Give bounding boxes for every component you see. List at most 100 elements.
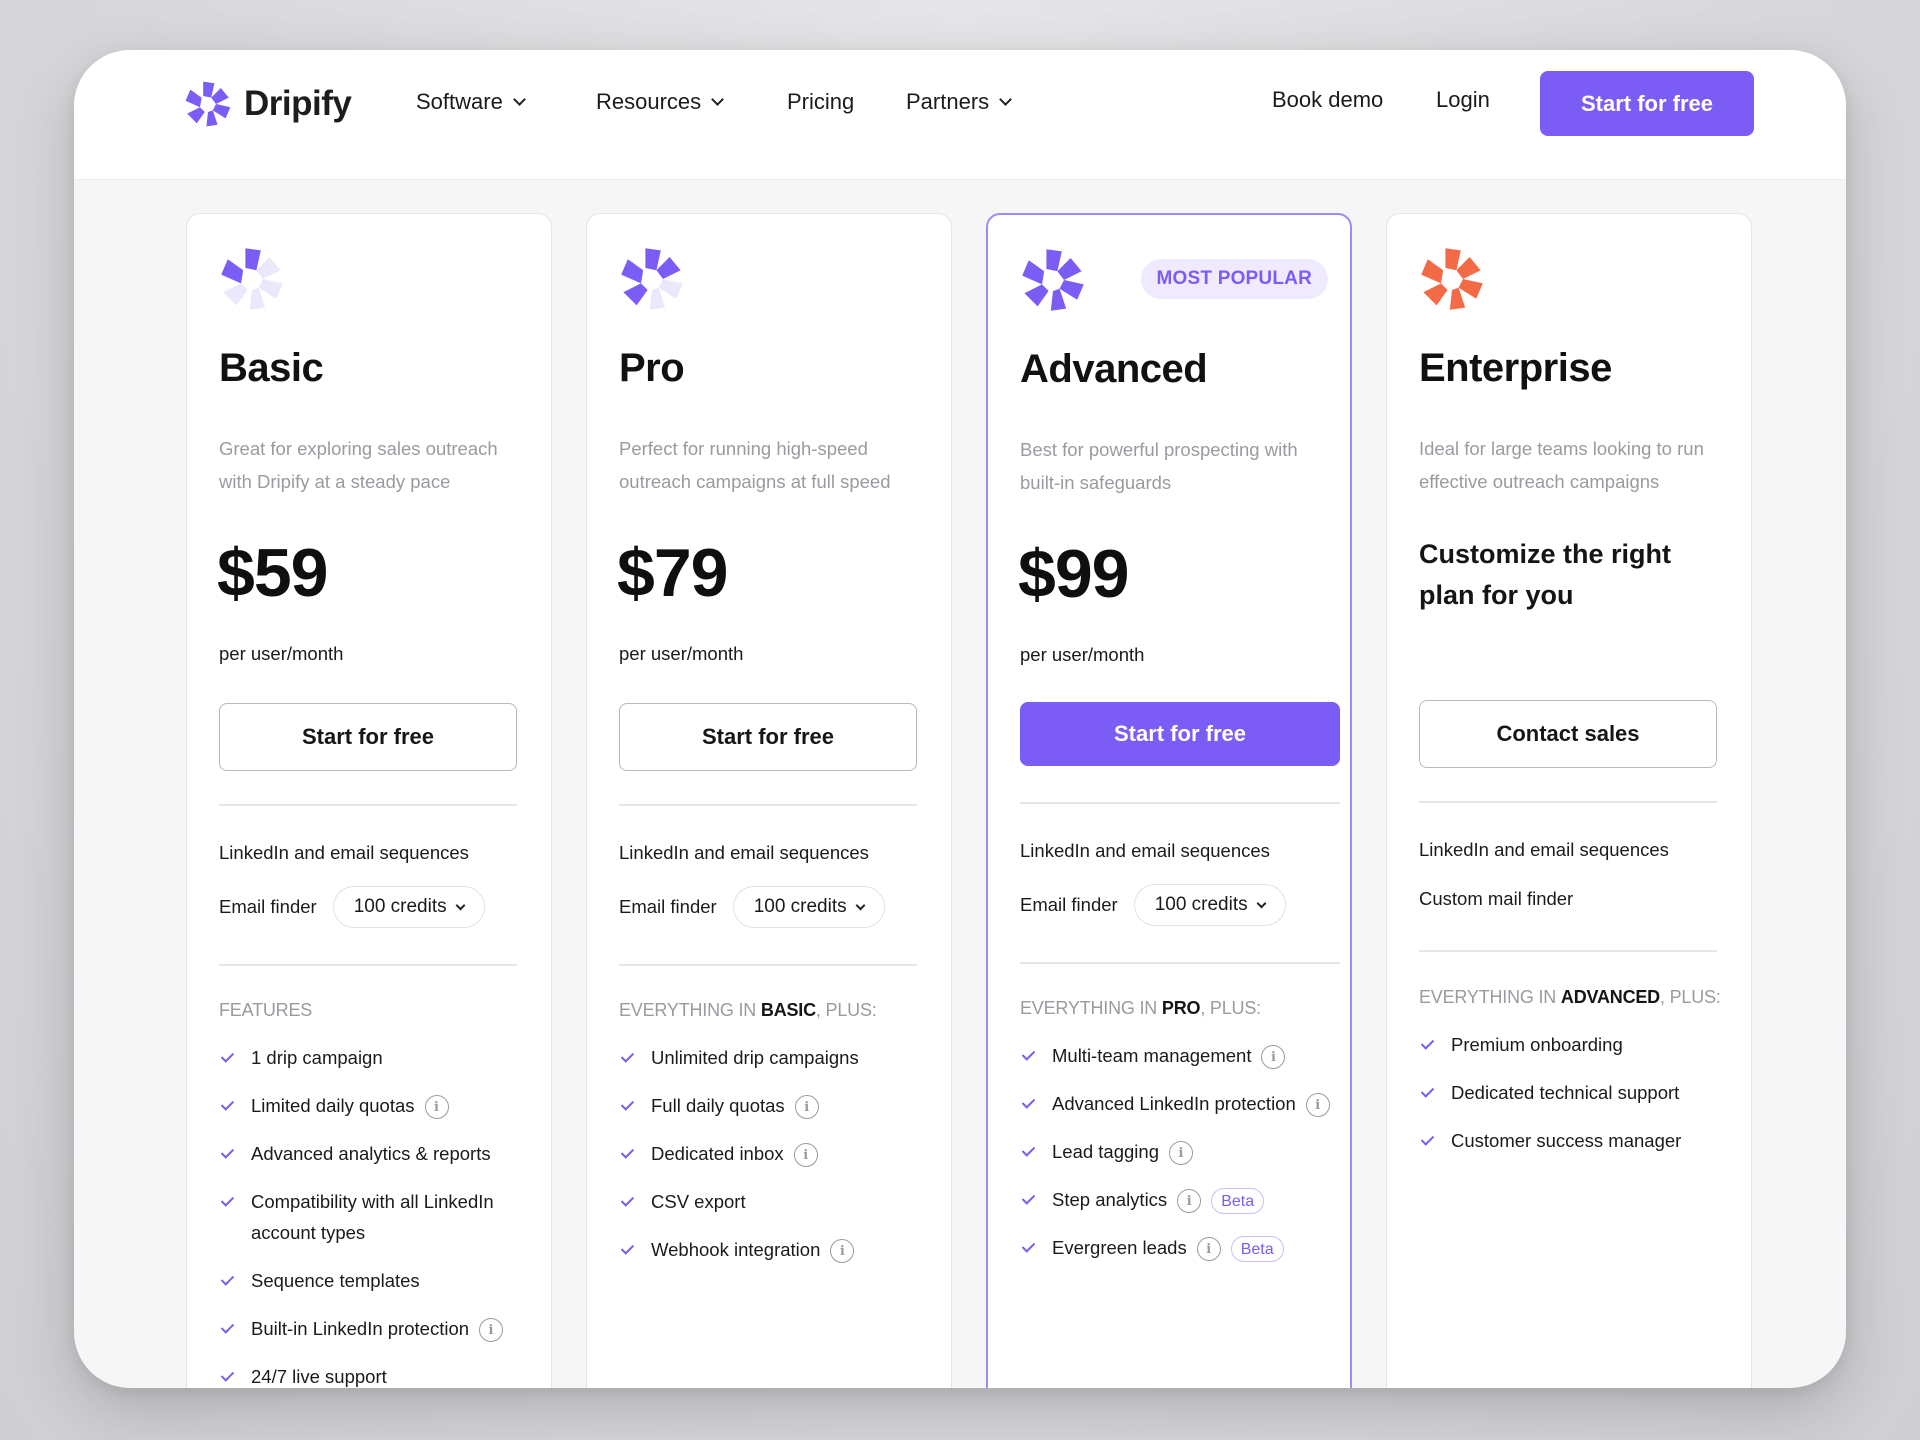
info-icon[interactable]: i: [1177, 1189, 1202, 1214]
plan-price: $79: [617, 535, 728, 611]
list-item: Dedicated technical support: [1419, 1077, 1739, 1108]
list-item: Premium onboarding: [1419, 1029, 1739, 1060]
beta-badge: Beta: [1211, 1188, 1265, 1215]
divider: [1020, 802, 1340, 804]
divider: [1020, 962, 1340, 964]
nav-resources[interactable]: Resources: [596, 89, 725, 115]
check-icon: [219, 1319, 237, 1337]
info-icon[interactable]: i: [1305, 1093, 1330, 1118]
dripify-logo[interactable]: Dripify: [184, 80, 352, 128]
features-heading: EVERYTHING IN PRO, PLUS:: [1020, 998, 1261, 1019]
nav-start-free-button[interactable]: Start for free: [1540, 71, 1754, 136]
check-icon: [1419, 1083, 1437, 1101]
most-popular-badge: MOST POPULAR: [1140, 259, 1328, 299]
check-icon: [1020, 1142, 1038, 1160]
logo-text: Dripify: [244, 84, 352, 123]
feature-text: Dedicated inbox: [651, 1143, 784, 1164]
info-icon[interactable]: i: [830, 1239, 855, 1264]
chevron-down-icon: [455, 900, 466, 910]
feature-text: Step analytics: [1052, 1189, 1168, 1210]
divider: [219, 804, 517, 806]
section-prefix: EVERYTHING IN: [1020, 998, 1162, 1018]
custom-plan-text: Customize the right plan for you: [1419, 539, 1672, 610]
list-item: CSV export: [619, 1186, 939, 1217]
sequences-text: LinkedIn and email sequences: [1419, 839, 1669, 860]
nav-login[interactable]: Login: [1436, 87, 1490, 113]
email-finder-label: Email finder: [219, 896, 317, 917]
nav-pricing[interactable]: Pricing: [787, 89, 854, 115]
features-heading: FEATURES: [219, 1000, 312, 1021]
info-icon[interactable]: i: [1196, 1237, 1221, 1262]
feature-text: CSV export: [651, 1191, 746, 1212]
plan-pro-icon: [621, 248, 683, 310]
feature-list: Premium onboarding Dedicated technical s…: [1419, 1029, 1739, 1173]
check-icon: [219, 1271, 237, 1289]
chevron-down-icon: [855, 900, 866, 910]
email-finder-label: Email finder: [1020, 894, 1118, 915]
nav-software[interactable]: Software: [416, 89, 526, 115]
plan-description: Ideal for large teams looking to run eff…: [1419, 438, 1704, 492]
plan-card-advanced: MOST POPULAR Advanced Best for powerful …: [986, 213, 1352, 1388]
email-finder-label: Email finder: [619, 896, 717, 917]
section-suffix: , PLUS:: [1659, 987, 1721, 1007]
feature-list: 1 drip campaign Limited daily quotas i Ad…: [219, 1042, 539, 1388]
list-item: 24/7 live support: [219, 1361, 539, 1388]
info-icon[interactable]: i: [479, 1318, 504, 1343]
chevron-down-icon: [999, 93, 1013, 106]
section-bold: ADVANCED: [1560, 987, 1660, 1007]
info-icon[interactable]: i: [793, 1143, 818, 1168]
list-item: Compatibility with all LinkedIn account …: [219, 1186, 539, 1248]
plan-name: Enterprise: [1419, 346, 1612, 390]
info-icon[interactable]: i: [424, 1095, 449, 1120]
check-icon: [219, 1192, 237, 1210]
sequences-text: LinkedIn and email sequences: [219, 842, 469, 863]
list-item: 1 drip campaign: [219, 1042, 539, 1073]
list-item: Full daily quotas i: [619, 1090, 939, 1121]
feature-list: Unlimited drip campaigns Full daily quot…: [619, 1042, 939, 1282]
start-free-button[interactable]: Start for free: [219, 703, 517, 771]
plan-basic-icon: [221, 248, 283, 310]
nav-partners-label: Partners: [906, 89, 990, 114]
credits-dropdown[interactable]: 100 credits: [332, 886, 485, 928]
browser-window: Dripify Software Resources Pricing Partn…: [74, 50, 1846, 1388]
check-icon: [219, 1048, 237, 1066]
check-icon: [1419, 1035, 1437, 1053]
nav-software-label: Software: [416, 89, 503, 114]
plan-card-basic: Basic Great for exploring sales outreach…: [186, 213, 552, 1388]
check-icon: [619, 1192, 637, 1210]
feature-text: Unlimited drip campaigns: [651, 1047, 859, 1068]
start-free-button[interactable]: Start for free: [1020, 702, 1340, 766]
feature-text: Compatibility with all LinkedIn account …: [251, 1191, 494, 1243]
list-item: Advanced LinkedIn protection i: [1020, 1088, 1340, 1119]
feature-text: Customer success manager: [1451, 1130, 1682, 1151]
credits-value: 100 credits: [753, 896, 847, 917]
info-icon[interactable]: i: [1169, 1141, 1193, 1166]
plan-name: Pro: [619, 346, 685, 390]
list-item: Limited daily quotas i: [219, 1090, 539, 1121]
feature-text: 1 drip campaign: [251, 1047, 383, 1068]
beta-badge: Beta: [1230, 1236, 1284, 1263]
nav-book-demo[interactable]: Book demo: [1272, 87, 1383, 113]
info-icon[interactable]: i: [794, 1095, 819, 1120]
check-icon: [1020, 1190, 1038, 1208]
credits-dropdown[interactable]: 100 credits: [1133, 884, 1286, 926]
features-heading: EVERYTHING IN BASIC, PLUS:: [619, 1000, 877, 1021]
nav-partners[interactable]: Partners: [906, 89, 1013, 115]
section-prefix: EVERYTHING IN: [619, 1000, 761, 1020]
top-nav: Dripify Software Resources Pricing Partn…: [74, 50, 1846, 180]
contact-sales-button[interactable]: Contact sales: [1419, 700, 1717, 768]
list-item: Unlimited drip campaigns: [619, 1042, 939, 1073]
chevron-down-icon: [711, 93, 725, 106]
list-item: Dedicated inbox i: [619, 1138, 939, 1169]
divider: [1419, 801, 1717, 803]
list-item: Advanced analytics & reports: [219, 1138, 539, 1169]
list-item: Built-in LinkedIn protection i: [219, 1313, 539, 1344]
price-period: per user/month: [219, 643, 344, 664]
plan-name: Advanced: [1020, 347, 1208, 391]
info-icon[interactable]: i: [1261, 1045, 1286, 1070]
plan-card-pro: Pro Perfect for running high-speed outre…: [586, 213, 952, 1388]
start-free-button[interactable]: Start for free: [619, 703, 917, 771]
features-heading: EVERYTHING IN ADVANCED, PLUS:: [1419, 987, 1721, 1008]
custom-mail-finder-text: Custom mail finder: [1419, 888, 1574, 909]
credits-dropdown[interactable]: 100 credits: [732, 886, 885, 928]
